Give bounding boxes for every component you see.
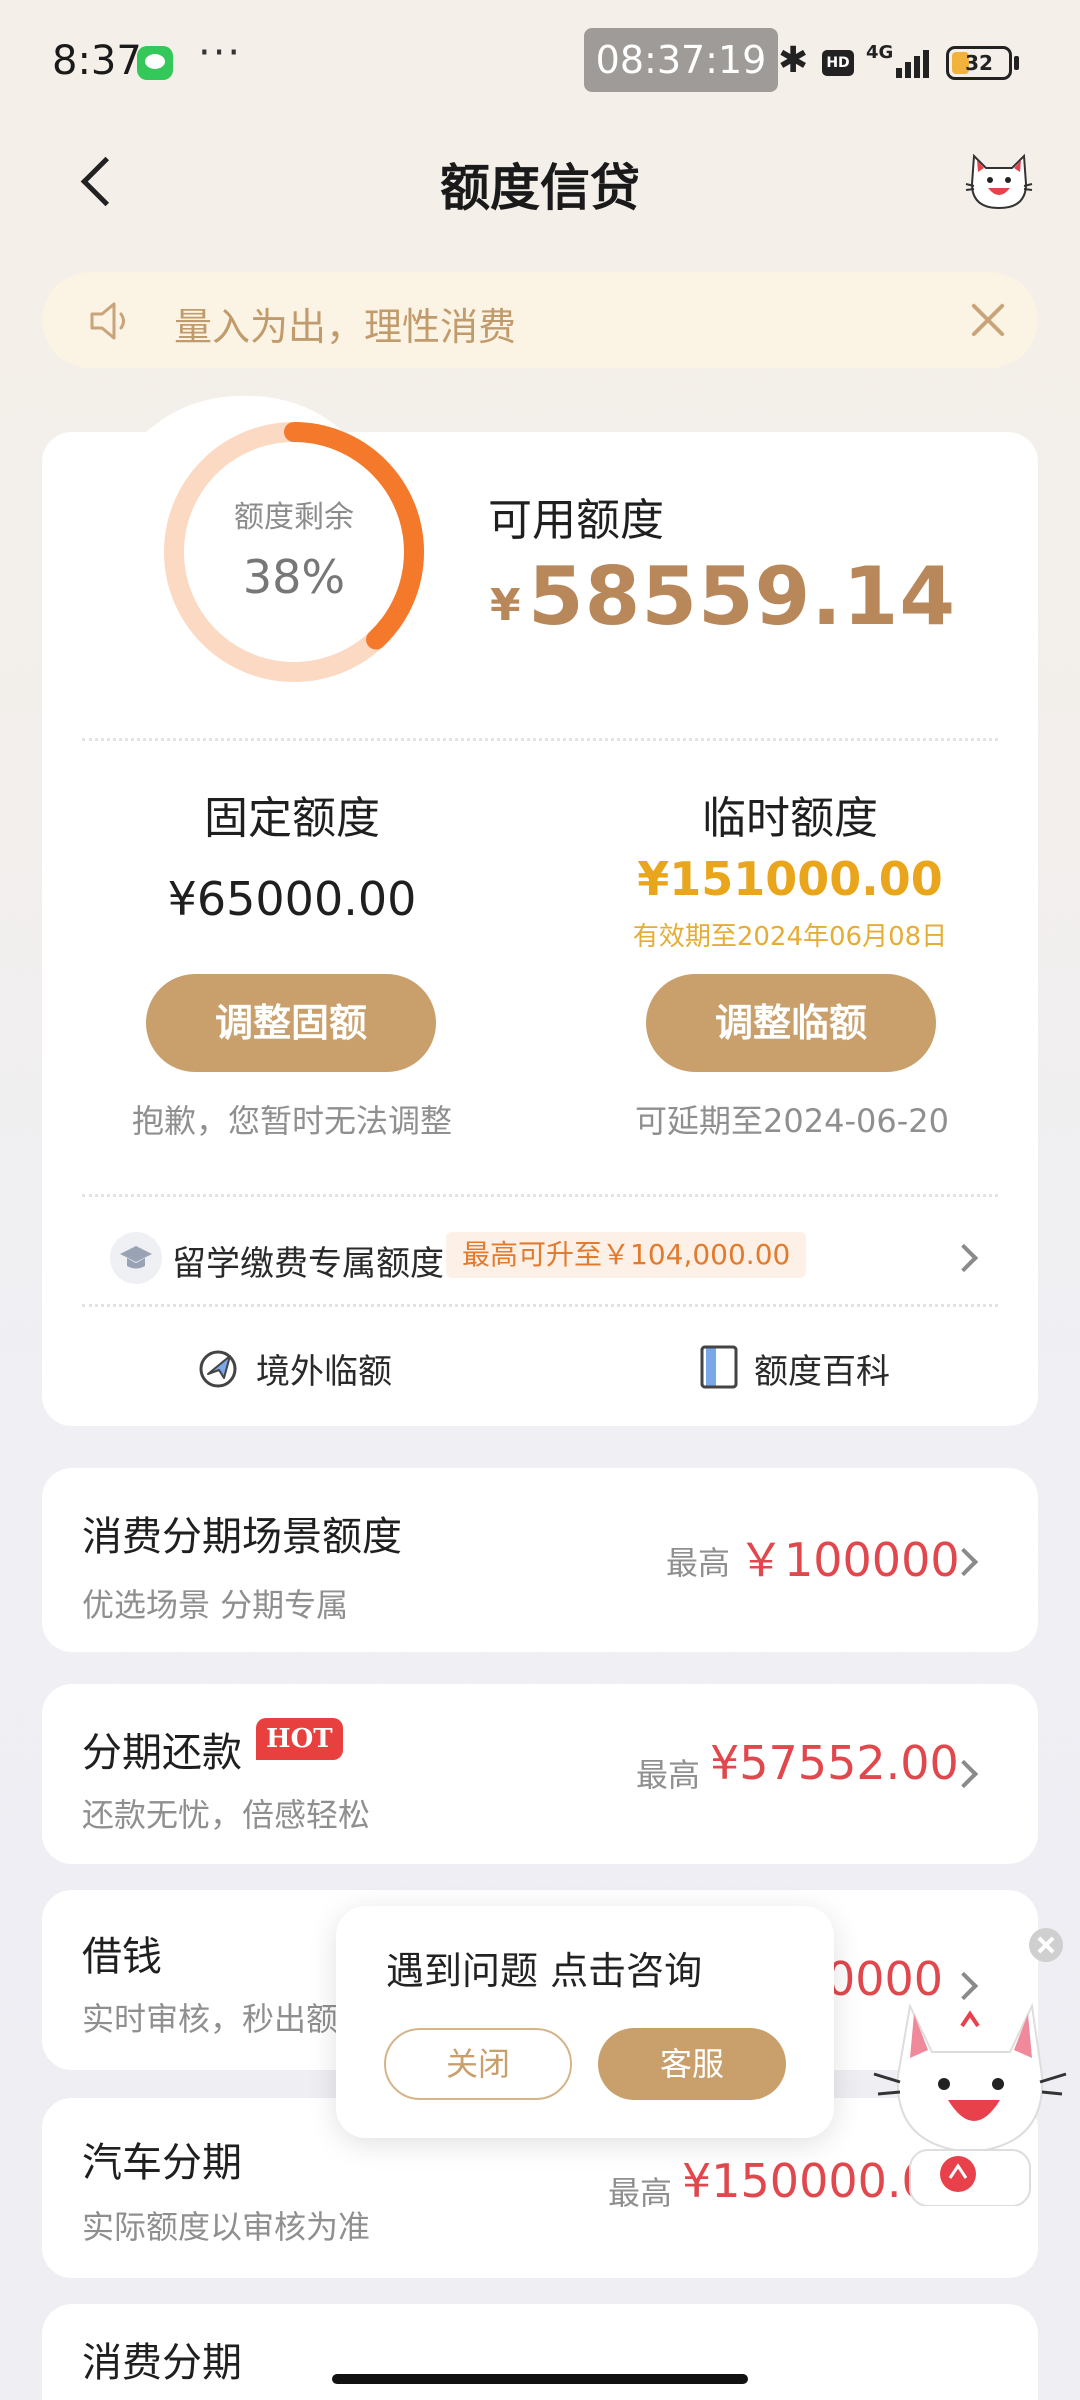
- product-card-installment-repay[interactable]: 分期还款 HOT 还款无忧，倍感轻松 最高 ¥57552.00: [42, 1684, 1038, 1864]
- divider: [82, 738, 998, 741]
- page-title: 额度信贷: [440, 159, 640, 217]
- product-title: 汽车分期: [82, 2140, 242, 2186]
- customer-service-popup: 遇到问题 点击咨询 关闭 客服: [336, 1906, 834, 2138]
- speaker-icon: [90, 302, 125, 340]
- available-amount: 58559.14: [528, 550, 957, 643]
- product-subtitle: 实时审核，秒出额: [82, 2000, 339, 2038]
- product-amount: ￥100000: [738, 1533, 960, 1587]
- bluetooth-icon: ✱: [778, 40, 809, 81]
- signal-icon: [896, 44, 936, 78]
- product-title: 借钱: [82, 1934, 162, 1980]
- nav-header: 额度信贷: [0, 120, 1080, 240]
- fixed-adjust-hint: 抱歉，您暂时无法调整: [131, 1102, 452, 1140]
- graduation-cap-icon: [110, 1232, 162, 1284]
- temp-limit-amount: ¥151000.00: [637, 852, 943, 906]
- product-card-consumer-installment[interactable]: 消费分期场景额度 优选场景 分期专属 最高 ￥100000: [42, 1468, 1038, 1652]
- plane-globe-icon: [199, 1350, 237, 1388]
- message-app-icon: [137, 46, 173, 80]
- book-icon: [700, 1345, 738, 1389]
- ring-percent: 38%: [242, 550, 346, 604]
- product-amount-prefix: 最高: [608, 2174, 673, 2212]
- quick-link-label: 境外临额: [256, 1352, 392, 1392]
- divider: [82, 1304, 998, 1307]
- adjust-temp-button[interactable]: 调整临额: [646, 974, 936, 1072]
- product-amount: ¥57552.00: [710, 1736, 959, 1790]
- home-indicator[interactable]: [332, 2374, 748, 2384]
- divider: [82, 1194, 998, 1197]
- customer-service-button[interactable]: 客服: [598, 2028, 786, 2100]
- quick-link-label: 额度百科: [754, 1352, 890, 1392]
- temp-extend-hint: 可延期至2024-06-20: [635, 1102, 949, 1140]
- more-notifications-icon: ···: [198, 30, 243, 76]
- battery-level: 32: [965, 51, 993, 75]
- product-subtitle: 实际额度以审核为准: [82, 2208, 371, 2246]
- study-abroad-label: 留学缴费专属额度: [172, 1244, 444, 1284]
- mascot-cat-icon[interactable]: [964, 148, 1034, 212]
- fixed-limit-title: 固定额度: [204, 793, 380, 844]
- temp-limit-validity: 有效期至2024年06月08日: [632, 922, 948, 952]
- battery-tip: [1014, 56, 1019, 70]
- remaining-ring: 额度剩余 38%: [158, 422, 458, 732]
- network-type: 4G: [866, 42, 894, 63]
- clock-overlay: 08:37:19: [584, 28, 778, 92]
- credit-summary-card: 额度剩余 38% 可用额度 ¥ 58559.14 固定额度 临时额度 ¥6500…: [42, 422, 1038, 1426]
- notice-bar: 量入为出，理性消费: [42, 272, 1038, 368]
- floating-mascot-icon[interactable]: [870, 1966, 1070, 2206]
- status-bar: 8:37 ··· 08:37:19 ✱ HD 4G 32: [0, 0, 1080, 120]
- close-notice-icon[interactable]: [964, 296, 1012, 344]
- battery-icon: 32: [946, 46, 1012, 80]
- chevron-right-icon: [949, 1243, 979, 1273]
- available-label: 可用额度: [488, 495, 664, 546]
- product-subtitle: 优选场景 分期专属: [82, 1586, 349, 1624]
- hot-badge: HOT: [256, 1718, 343, 1760]
- product-title: 消费分期: [82, 2340, 242, 2386]
- product-title: 消费分期场景额度: [82, 1514, 402, 1560]
- popup-close-button[interactable]: 关闭: [384, 2028, 572, 2100]
- ring-label: 额度剩余: [234, 500, 354, 535]
- study-abroad-tag: 最高可升至￥104,000.00: [446, 1232, 807, 1278]
- product-title: 分期还款: [82, 1730, 242, 1776]
- product-subtitle: 还款无忧，倍感轻松: [82, 1796, 371, 1834]
- adjust-fixed-button[interactable]: 调整固额: [146, 974, 436, 1072]
- product-amount-prefix: 最高: [636, 1756, 701, 1794]
- temp-limit-title: 临时额度: [702, 793, 878, 844]
- fixed-limit-amount: ¥65000.00: [167, 872, 417, 926]
- close-floating-mascot-icon[interactable]: [1029, 1928, 1063, 1962]
- popup-message: 遇到问题 点击咨询: [386, 1949, 703, 1993]
- product-card-consumer-loan[interactable]: 消费分期: [42, 2304, 1038, 2400]
- product-amount-prefix: 最高: [666, 1544, 731, 1582]
- status-time: 8:37: [52, 38, 142, 84]
- notice-text: 量入为出，理性消费: [174, 305, 517, 349]
- available-currency: ¥: [490, 580, 521, 631]
- hd-icon: HD: [822, 50, 854, 76]
